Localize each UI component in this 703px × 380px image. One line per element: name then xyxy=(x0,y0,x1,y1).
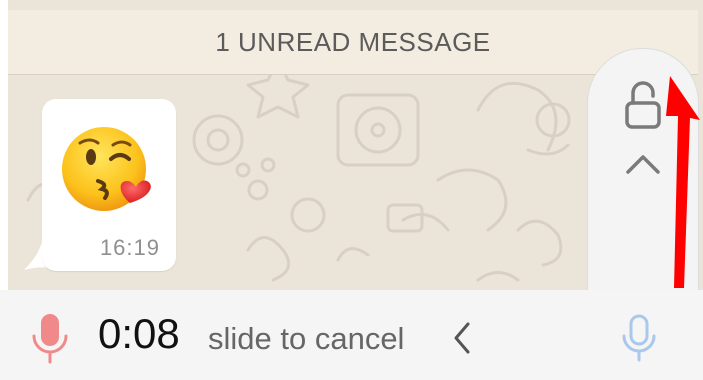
chevron-left-icon xyxy=(454,322,470,354)
lock-open-icon xyxy=(625,81,661,129)
annotation-arrow xyxy=(666,76,700,288)
voice-recording-bar: 0:08 slide to cancel xyxy=(0,290,703,380)
mic-icon[interactable] xyxy=(621,314,657,362)
recording-timer: 0:08 xyxy=(98,310,180,357)
chat-screen: 1 UNREAD MESSAGE 16:19 0:08 slide to can… xyxy=(0,0,703,380)
chevron-up-icon xyxy=(626,155,660,174)
unread-message-banner: 1 UNREAD MESSAGE xyxy=(8,10,698,75)
slide-to-cancel-label[interactable]: slide to cancel xyxy=(208,321,404,357)
kiss-emoji-icon xyxy=(58,121,158,221)
recording-mic-icon xyxy=(32,314,68,364)
incoming-message-bubble[interactable]: 16:19 xyxy=(42,99,176,271)
message-timestamp: 16:19 xyxy=(99,235,160,260)
unread-banner-label: 1 UNREAD MESSAGE xyxy=(215,26,491,57)
